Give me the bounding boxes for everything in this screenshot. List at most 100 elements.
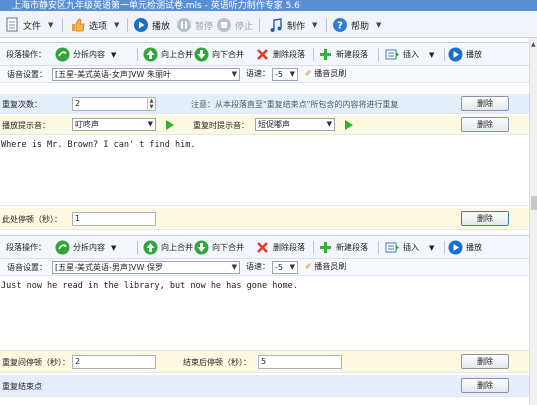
end-pause-input[interactable]: 5 [258,355,342,369]
repeat-pause-input[interactable]: 2 [72,355,156,369]
brush-icon: ✐ [305,69,312,78]
merge-up-label: 向上合并 [161,243,193,252]
repeat-prompt-label: 重复时提示音： [193,121,249,130]
menu-separator [326,18,327,32]
announcer-label: 播音员刷 [314,69,347,78]
prompt-sound-value: 叮咚声 [75,120,99,129]
delete-repeat-button[interactable]: 删除 [461,96,509,111]
plus-icon [318,240,333,255]
chevron-down-icon: ▼ [376,21,382,29]
toolbar-separator [313,241,314,254]
new-section-button[interactable]: 新建段落 [318,239,368,256]
editor-area: 段落操作： 分拆内容 ▼ 向上合并 向下合并 删除段落 新建段落 插入 ▼ 播放… [0,38,529,405]
pause-input[interactable]: 1 [72,212,156,226]
arrow-up-icon [143,47,158,62]
chevron-down-icon: ▼ [48,21,54,29]
chevron-down-icon: ▼ [147,120,153,128]
insert-icon [385,47,400,62]
pause-label: 暂停 [195,21,214,32]
announcer-label: 播音员刷 [314,262,347,271]
scroll-up-icon[interactable]: ▲ [531,41,536,48]
delete-section-label: 删除段落 [273,50,305,59]
voice-select-value: [五星-美式英语-男声]VW 保罗 [55,263,163,272]
arrow-up-icon [143,240,158,255]
merge-down-button[interactable]: 向下合并 [194,239,244,256]
scroll-grip[interactable] [531,196,537,210]
delete-repeat-end-button[interactable]: 删除 [461,378,509,393]
toolbar-separator [444,48,445,61]
chevron-down-icon: ▼ [114,21,120,29]
pause-label: 此处停顿（秒）： [2,215,62,224]
speed-select-value: -5 [275,70,283,79]
vertical-scrollbar[interactable]: ▲ [529,38,537,405]
toolbar-separator [137,241,138,254]
repeat-pause-label: 重复间停顿（秒）： [2,358,70,367]
merge-down-button[interactable]: 向下合并 [194,46,244,63]
section-play-button[interactable]: 播放 [448,46,482,63]
plus-icon [318,47,333,62]
file-menu[interactable]: 文件 ▼ [4,16,53,34]
repeat-prompt-value: 短促嘟声 [258,120,290,129]
section-toolbar: 段落操作： 分拆内容 ▼ 向上合并 向下合并 删除段落 新建段落 插入 ▼ 播放 [0,42,529,66]
play-repeat-prompt-icon[interactable] [345,120,353,130]
merge-up-button[interactable]: 向上合并 [143,46,193,63]
repeat-end-row: 重复结束点 删除 [0,375,529,397]
speed-label: 语速： [246,262,270,271]
help-menu[interactable]: ? 帮助 ▼ [332,16,381,34]
prompt-sound-select[interactable]: 叮咚声 ▼ [72,118,156,131]
play-prompt-icon[interactable] [166,120,174,130]
toolbar-separator [313,48,314,61]
repeat-prompt-select[interactable]: 短促嘟声 ▼ [255,118,335,131]
delete-prompt-button[interactable]: 删除 [461,117,509,132]
chevron-down-icon: ▼ [111,50,117,59]
menu-separator [62,18,63,32]
chevron-down-icon: ▼ [231,70,237,78]
repeat-pause-row: 重复间停顿（秒）： 2 结束后停顿（秒）： 5 删除 [0,351,529,373]
voice-settings-label: 语音设置： [7,263,47,272]
toolbar-separator [444,241,445,254]
make-menu[interactable]: 制作 ▼ [268,16,317,34]
new-section-label: 新建段落 [336,243,368,252]
insert-label: 插入 [403,50,419,59]
repeat-count-row: 重复次数： 2 ▲ ▼ 注意：从本段落直至"重复结束点"所包含的内容将进行重复 删… [0,94,529,114]
play-label: 播放 [152,21,171,32]
announcer-brush-button[interactable]: ✐ 播音员刷 [305,261,346,272]
delete-section-button[interactable]: 删除段落 [255,46,305,63]
window-title: 上海市静安区九年级英语第一单元检测试卷.mls - 英语听力制作专家 5.6 [12,1,300,11]
speed-select[interactable]: -5 ▼ [272,261,298,274]
speed-select[interactable]: -5 ▼ [272,68,298,81]
section2-text[interactable]: Just now he read in the library, but now… [0,277,529,351]
insert-button[interactable]: 插入 ▼ [385,46,434,63]
insert-button[interactable]: 插入 ▼ [385,239,434,256]
voice-select[interactable]: [五星-美式英语-女声]VW 朱丽叶 ▼ [52,68,240,81]
section-ops-label: 段落操作： [6,243,46,252]
split-button[interactable]: 分拆内容 ▼ [55,239,116,256]
split-button[interactable]: 分拆内容 ▼ [55,46,116,63]
repeat-count-input[interactable]: 2 ▲ ▼ [72,97,156,111]
delete-section-button[interactable]: 删除段落 [255,239,305,256]
voice-settings-row: 语音设置： [五星-美式英语-男声]VW 保罗 ▼ 语速： -5 ▼ ✐ 播音员… [0,259,529,276]
chevron-down-icon: ▼ [429,243,435,252]
section1-text[interactable]: Where is Mr. Brown? I can' t find him. [0,136,529,206]
delete-section-label: 删除段落 [273,243,305,252]
stop-button[interactable]: 停止 [216,16,253,34]
voice-select[interactable]: [五星-美式英语-男声]VW 保罗 ▼ [52,261,240,274]
delete-pause-button[interactable]: 删除 [461,211,509,226]
repeat-note: 注意：从本段落直至"重复结束点"所包含的内容将进行重复 [191,100,399,109]
spin-arrows-icon[interactable]: ▲ ▼ [147,98,155,110]
merge-up-button[interactable]: 向上合并 [143,239,193,256]
play-circle-icon [448,240,463,255]
repeat-pause-value: 2 [75,357,81,366]
section-play-button[interactable]: 播放 [448,239,482,256]
announcer-brush-button[interactable]: ✐ 播音员刷 [305,68,346,79]
svg-text:?: ? [337,21,343,32]
prompt-sound-label: 播放提示音： [2,121,50,130]
pause-button[interactable]: 暂停 [176,16,213,34]
speed-label: 语速： [246,69,270,78]
play-circle-icon [448,47,463,62]
delete-repeat-pause-button[interactable]: 删除 [461,354,509,369]
split-label: 分拆内容 [73,50,105,59]
options-menu[interactable]: 选项 ▼ [70,16,119,34]
new-section-button[interactable]: 新建段落 [318,46,368,63]
play-button[interactable]: 播放 [133,16,170,34]
